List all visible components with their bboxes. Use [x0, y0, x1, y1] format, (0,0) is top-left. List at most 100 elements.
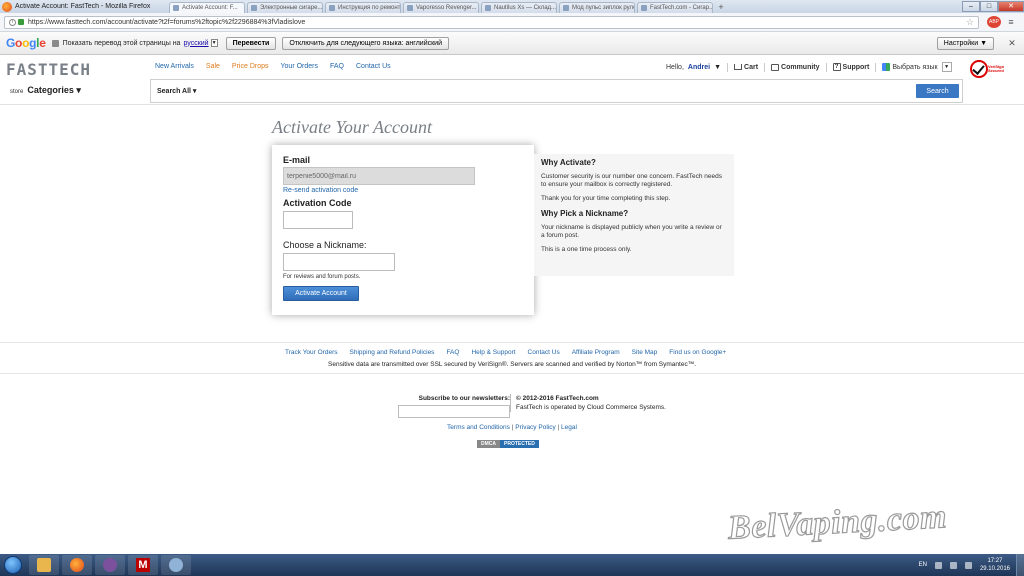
firefox-icon: [70, 558, 84, 572]
tab-7[interactable]: FastTech.com - Сигар...: [637, 2, 713, 13]
search-button[interactable]: Search: [916, 84, 959, 98]
menu-icon[interactable]: ≡: [1005, 17, 1017, 27]
folder-icon: [37, 558, 51, 572]
close-window-button[interactable]: ✕: [998, 1, 1024, 12]
nickname-hint: For reviews and forum posts.: [283, 274, 361, 280]
taskbar-m-app[interactable]: M: [128, 555, 158, 575]
footer-shipping-refund[interactable]: Shipping and Refund Policies: [350, 349, 435, 356]
nav-sale[interactable]: Sale: [206, 63, 220, 70]
why-nickname-text: Your nickname is displayed publicly when…: [541, 224, 722, 239]
nickname-field[interactable]: [283, 253, 395, 271]
url-text[interactable]: https://www.fasttech.com/account/activat…: [28, 19, 305, 26]
search-scope-select[interactable]: Search All ▾: [157, 87, 196, 95]
legal-separator: |: [511, 424, 514, 431]
translate-button[interactable]: Перевести: [225, 36, 277, 50]
nav-your-orders[interactable]: Your Orders: [281, 63, 318, 70]
tab-5[interactable]: Nautilus Xs — Склад...: [481, 2, 557, 13]
new-tab-button[interactable]: +: [715, 2, 727, 13]
taskbar-viber[interactable]: [95, 555, 125, 575]
google-translate-icon: [882, 63, 891, 71]
terms-link[interactable]: Terms and Conditions: [447, 424, 510, 431]
cart-link[interactable]: Cart: [734, 64, 758, 71]
username-link[interactable]: Andrei: [688, 64, 710, 71]
taskbar: M EN 17:27 29.10.2016: [0, 554, 1024, 576]
url-field[interactable]: i https://www.fasttech.com/account/activ…: [4, 15, 979, 29]
footer-affiliate[interactable]: Affiliate Program: [572, 349, 620, 356]
adblock-icon[interactable]: ABP: [987, 16, 1001, 28]
bookmark-star-icon[interactable]: ☆: [966, 17, 974, 28]
divider: [875, 62, 877, 72]
chevron-down-icon[interactable]: ▼: [210, 39, 218, 47]
taskbar-firefox[interactable]: [62, 555, 92, 575]
store-label: store: [10, 89, 24, 95]
lock-icon[interactable]: [18, 19, 24, 25]
dmca-label: DMCA: [477, 440, 500, 448]
divider: [727, 62, 729, 72]
google-logo: Google: [6, 36, 46, 50]
activate-account-button[interactable]: Activate Account: [283, 286, 359, 301]
close-icon[interactable]: ✕: [1006, 38, 1018, 49]
nav-faq[interactable]: FAQ: [330, 63, 344, 70]
newsletter-input[interactable]: [398, 405, 510, 418]
minimize-button[interactable]: –: [962, 1, 980, 12]
why-activate-text: Customer security is our number one conc…: [541, 173, 723, 188]
taskbar-other[interactable]: [161, 555, 191, 575]
clock[interactable]: 17:27 29.10.2016: [980, 557, 1010, 573]
fasttech-logo[interactable]: FASTTECH: [6, 60, 91, 79]
footer-site-map[interactable]: Site Map: [632, 349, 658, 356]
footer-contact-us[interactable]: Contact Us: [528, 349, 560, 356]
cart-icon: [734, 64, 743, 70]
support-link[interactable]: ? Support: [832, 63, 869, 71]
activate-form: E-mail Re-send activation code Activatio…: [272, 145, 534, 315]
footer-faq[interactable]: FAQ: [446, 349, 459, 356]
tab-3[interactable]: Инструкция по ремонт...: [325, 2, 401, 13]
m-app-icon: M: [136, 558, 150, 572]
translate-language-select[interactable]: русский: [183, 40, 208, 47]
start-button[interactable]: [0, 554, 26, 576]
network-icon[interactable]: [949, 561, 957, 569]
system-tray: EN 17:27 29.10.2016: [919, 557, 1016, 573]
search-input[interactable]: [211, 84, 911, 98]
footer-help-support[interactable]: Help & Support: [471, 349, 515, 356]
tray-arrow-icon[interactable]: [934, 561, 942, 569]
language-selector[interactable]: Выбрать язык: [882, 63, 938, 71]
window-title: Activate Account: FastTech - Mozilla Fir…: [15, 3, 151, 10]
app-icon: [169, 558, 183, 572]
community-icon: [771, 63, 780, 71]
cart-label: Cart: [744, 63, 759, 71]
nickname-label: Choose a Nickname:: [283, 240, 367, 250]
tab-4[interactable]: Vaporesso Revenger...: [403, 2, 479, 13]
legal-link[interactable]: Legal: [561, 424, 577, 431]
email-label: E-mail: [283, 155, 311, 165]
windows-start-icon: [4, 556, 22, 574]
footer-track-orders[interactable]: Track Your Orders: [285, 349, 338, 356]
chevron-down-icon[interactable]: ▼: [941, 62, 952, 72]
privacy-link[interactable]: Privacy Policy: [515, 424, 555, 431]
tab-2[interactable]: Электронные сигаре...: [247, 2, 323, 13]
email-field[interactable]: [283, 167, 475, 185]
show-desktop-button[interactable]: [1016, 554, 1024, 576]
nav-contact-us[interactable]: Contact Us: [356, 63, 391, 70]
tab-activate-account[interactable]: Activate Account: F...: [169, 2, 245, 13]
community-link[interactable]: Community: [771, 63, 820, 71]
language-indicator[interactable]: EN: [919, 562, 927, 568]
page-title: Activate Your Account: [272, 117, 432, 137]
chevron-down-icon[interactable]: ▼: [714, 64, 721, 71]
activation-code-field[interactable]: [283, 211, 353, 229]
verisign-seal[interactable]: VeriSign Secured: [970, 60, 1016, 90]
dmca-badge[interactable]: DMCA PROTECTED: [477, 440, 539, 448]
footer-google-plus[interactable]: Find us on Google+: [669, 349, 726, 356]
disable-translate-button[interactable]: Отключить для следующего языка: английск…: [282, 36, 449, 50]
clock-date: 29.10.2016: [979, 566, 1010, 572]
nav-new-arrivals[interactable]: New Arrivals: [155, 63, 194, 70]
tab-6[interactable]: Мод пульс зиплок рулон...: [559, 2, 635, 13]
maximize-button[interactable]: □: [980, 1, 998, 12]
translate-settings-button[interactable]: Настройки ▼: [936, 36, 994, 50]
translate-prompt: Показать перевод этой страницы на: [62, 39, 181, 47]
volume-icon[interactable]: [964, 561, 972, 569]
categories-menu[interactable]: store Categories ▾: [10, 85, 81, 96]
info-icon[interactable]: i: [9, 18, 16, 26]
resend-activation-link[interactable]: Re-send activation code: [283, 187, 358, 194]
taskbar-explorer[interactable]: [29, 555, 59, 575]
nav-price-drops[interactable]: Price Drops: [232, 63, 269, 70]
